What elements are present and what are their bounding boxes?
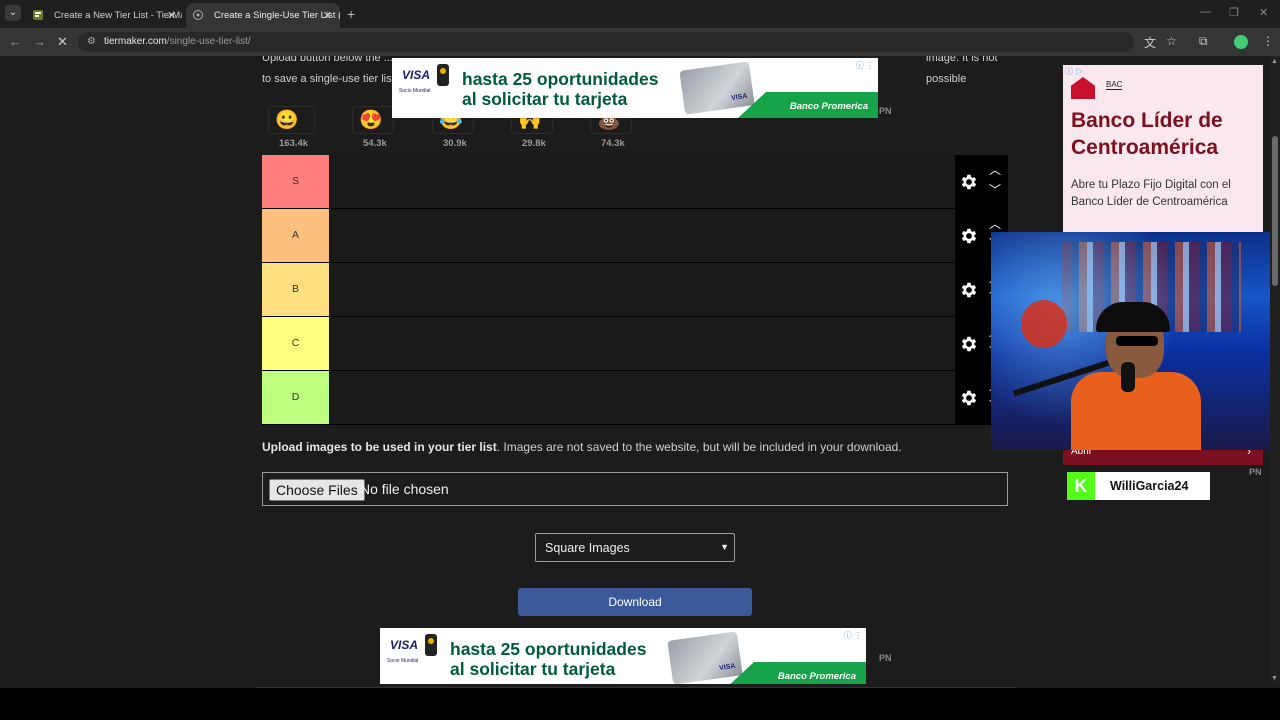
restore-icon[interactable]: ❐ — [1229, 6, 1239, 19]
adchoices-icon[interactable]: ⓘ ▷ — [1065, 66, 1083, 77]
scrollbar-thumb[interactable] — [1272, 136, 1278, 286]
file-upload-input[interactable]: Choose Files No file chosen — [262, 472, 1008, 506]
download-button[interactable]: Download — [518, 588, 752, 616]
reaction-grin[interactable]: 😀163.4k — [268, 106, 316, 149]
move-down-icon[interactable]: ﹀ — [989, 181, 1001, 198]
pn-tag: PN — [879, 653, 892, 663]
tier-row-a: A ︿ ﹀ — [262, 209, 1008, 263]
tier-drop-zone[interactable] — [329, 263, 955, 316]
tier-row-c: C ︿ ﹀ — [262, 317, 1008, 371]
tier-label-s[interactable]: S — [262, 155, 329, 208]
tab-create-new-tier-list[interactable]: Create a New Tier List - TierMaker — [26, 3, 182, 28]
tier-row-b: B ︿ ﹀ — [262, 263, 1008, 317]
tab-single-use-tier-list[interactable]: Create a Single-Use Tier List (Pi ✕ — [186, 3, 340, 28]
tab-close-icon[interactable]: ✕ — [167, 9, 176, 22]
gear-icon[interactable] — [959, 172, 979, 192]
kick-logo-icon: K — [1067, 472, 1095, 500]
new-tab-button[interactable]: + — [347, 6, 355, 22]
chevron-down-icon: ▼ — [720, 542, 729, 552]
page-content: Upload button below the ... image. It is … — [0, 56, 1280, 684]
streamer-body — [1071, 372, 1201, 450]
tab-title: Create a Single-Use Tier List (Pi — [214, 10, 340, 21]
ad-headline: hasta 25 oportunidades al solicitar tu ta… — [462, 69, 659, 109]
bac-logo — [1071, 77, 1095, 99]
back-arrow-icon[interactable]: ← — [9, 34, 22, 49]
ad-headline: hasta 25 oportunidades al solicitar tu ta… — [450, 639, 647, 679]
tab-title: Create a New Tier List - TierMaker — [54, 10, 182, 21]
banner-ad-bottom[interactable]: VISA Socio Mundial hasta 25 oportunidade… — [380, 628, 866, 684]
page-scrollbar[interactable]: ▲ ▼ — [1270, 56, 1280, 684]
tier-drop-zone[interactable] — [329, 155, 955, 208]
tiermaker-favicon-icon — [33, 10, 43, 20]
image-shape-select[interactable]: Square Images ▼ — [535, 533, 735, 562]
adchoices-icon[interactable]: ⓘ ⋮ — [856, 60, 874, 71]
tier-list-table: S ︿ ﹀ A ︿ ﹀ B ︿ ﹀ — [262, 155, 1008, 425]
gear-icon[interactable] — [959, 334, 979, 354]
stop-loading-icon[interactable]: ✕ — [57, 34, 68, 50]
tier-label-b[interactable]: B — [262, 263, 329, 316]
address-bar[interactable]: ⚙ tiermaker.com/single-use-tier-list/ — [78, 32, 1134, 52]
pn-tag: PN — [1249, 467, 1262, 477]
file-status-text: No file chosen — [360, 481, 449, 497]
tier-label-d[interactable]: D — [262, 371, 329, 424]
scroll-up-icon[interactable]: ▲ — [1271, 58, 1278, 65]
tab-close-icon[interactable]: ✕ — [323, 9, 332, 22]
gear-icon[interactable] — [959, 280, 979, 300]
move-up-icon[interactable]: ︿ — [989, 161, 1001, 178]
upload-description: Upload images to be used in your tier li… — [262, 440, 902, 454]
side-ad-body: Abre tu Plazo Fijo Digital con el Banco … — [1071, 179, 1231, 208]
background-lamp — [1021, 300, 1067, 348]
browser-toolbar: ← → ✕ ⚙ tiermaker.com/single-use-tier-li… — [0, 28, 1280, 56]
reaction-heart-eyes[interactable]: 😍54.3k — [352, 106, 394, 149]
close-window-icon[interactable]: ✕ — [1259, 6, 1268, 19]
streamer-nametag: K WilliGarcia24 — [1067, 472, 1210, 500]
pn-tag: PN — [879, 106, 892, 116]
browser-menu-icon[interactable]: ⋮ — [1262, 34, 1274, 48]
profile-avatar[interactable] — [1234, 35, 1248, 49]
adchoices-icon[interactable]: ⓘ ⋮ — [844, 630, 862, 641]
tier-label-c[interactable]: C — [262, 317, 329, 370]
tier-controls: ︿ ﹀ — [955, 155, 1008, 209]
credit-card-image: VISA — [667, 631, 743, 684]
tier-drop-zone[interactable] — [329, 209, 955, 262]
tier-drop-zone[interactable] — [329, 317, 955, 370]
tier-row-d: D ︿ ﹀ — [262, 371, 1008, 425]
url-text: tiermaker.com/single-use-tier-list/ — [104, 36, 251, 47]
gear-icon[interactable] — [959, 226, 979, 246]
streamer-glasses — [1116, 336, 1158, 346]
tier-label-a[interactable]: A — [262, 209, 329, 262]
site-info-icon[interactable]: ⚙ — [87, 36, 96, 47]
microphone — [1121, 362, 1135, 392]
medal-icon — [437, 64, 449, 86]
streamer-webcam-overlay — [991, 232, 1280, 450]
gear-icon[interactable] — [959, 388, 979, 408]
browser-tab-strip: ⌄ Create a New Tier List - TierMaker Cre… — [0, 0, 1280, 28]
translate-icon[interactable]: 文 — [1144, 34, 1156, 51]
tier-drop-zone[interactable] — [329, 371, 955, 424]
tiermaker-favicon-icon — [193, 10, 203, 20]
streamer-cap — [1096, 302, 1170, 332]
tab-search-button[interactable]: ⌄ — [5, 5, 21, 21]
extensions-icon[interactable]: ⧉ — [1199, 34, 1208, 49]
credit-card-image: VISA — [679, 61, 755, 115]
move-up-icon[interactable]: ︿ — [989, 215, 1001, 232]
side-ad-title: Banco Líder de Centroamérica — [1071, 109, 1223, 159]
scroll-down-icon[interactable]: ▼ — [1271, 675, 1278, 682]
forward-arrow-icon[interactable]: → — [33, 34, 46, 49]
bookmark-star-icon[interactable]: ☆ — [1166, 34, 1177, 48]
tier-row-s: S ︿ ﹀ — [262, 155, 1008, 209]
banner-ad-top[interactable]: VISA Socio Mundial hasta 25 oportunidade… — [392, 58, 878, 118]
medal-icon — [425, 634, 437, 656]
minimize-icon[interactable]: — — [1200, 6, 1211, 18]
choose-files-button[interactable]: Choose Files — [269, 479, 365, 501]
bottom-black-bar — [0, 688, 1280, 720]
